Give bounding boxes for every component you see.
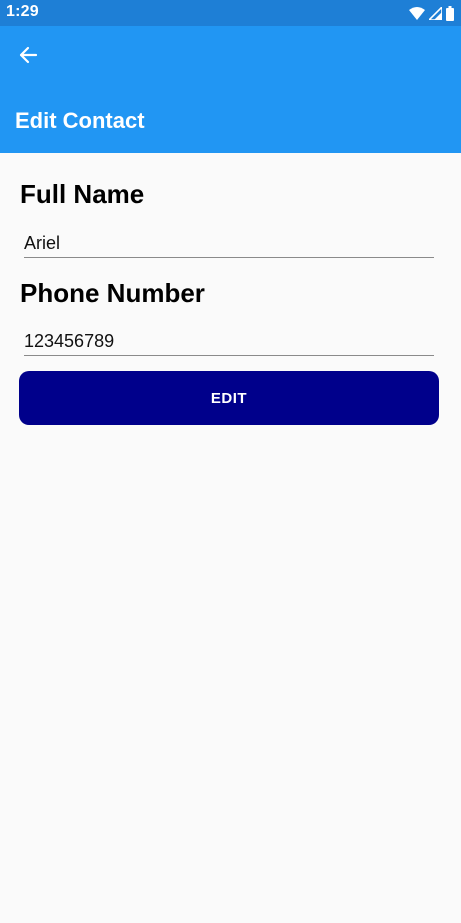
wifi-icon	[409, 6, 425, 20]
phone-number-label: Phone Number	[20, 278, 205, 308]
edit-button[interactable]: EDIT	[19, 371, 439, 425]
page-title: Edit Contact	[15, 108, 145, 133]
phone-number-input[interactable]	[24, 327, 434, 356]
battery-icon	[446, 5, 454, 21]
status-time: 1:29	[6, 3, 39, 20]
back-button[interactable]	[12, 41, 44, 73]
app-bar: Edit Contact	[0, 26, 461, 153]
arrow-back-icon	[18, 45, 38, 70]
status-bar: 1:29	[0, 0, 461, 26]
signal-icon	[429, 6, 442, 20]
full-name-input[interactable]	[24, 229, 434, 258]
full-name-label: Full Name	[20, 179, 145, 209]
status-icons	[409, 5, 454, 21]
